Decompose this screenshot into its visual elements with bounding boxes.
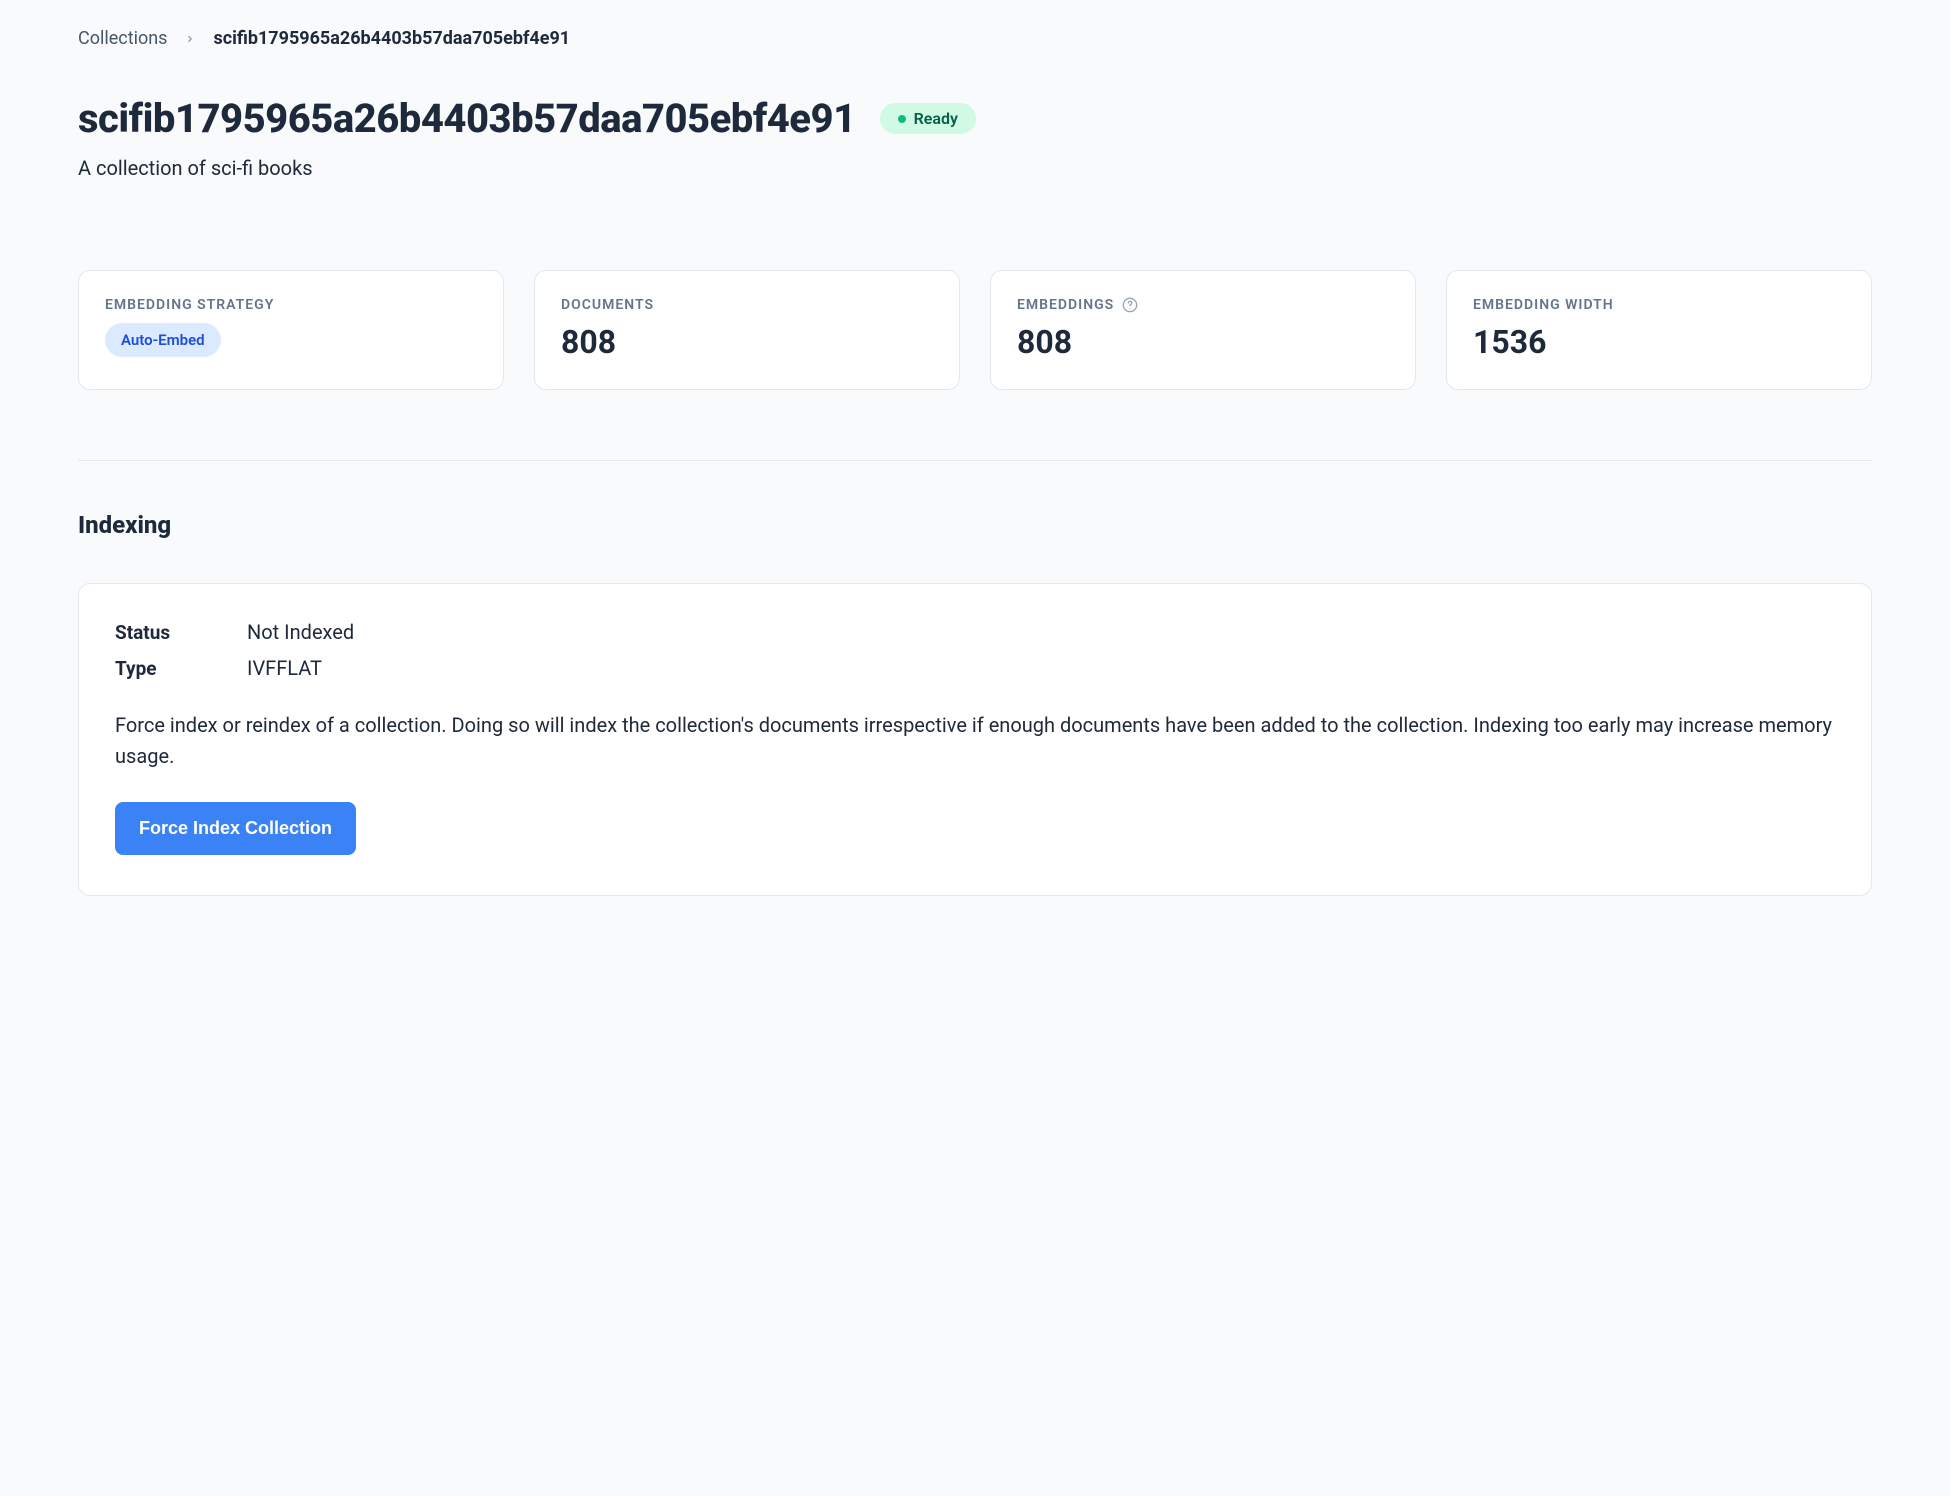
status-dot-icon [898, 115, 906, 123]
breadcrumb-current: scifib1795965a26b4403b57daa705ebf4e91 [213, 28, 570, 49]
indexing-type-key: Type [115, 657, 247, 680]
indexing-type-row: Type IVFFLAT [115, 656, 1835, 680]
page-title: scifib1795965a26b4403b57daa705ebf4e91 [78, 95, 856, 142]
indexing-status-row: Status Not Indexed [115, 620, 1835, 644]
stat-label-embeddings: EMBEDDINGS [1017, 297, 1389, 313]
chevron-right-icon [185, 34, 195, 44]
indexing-panel: Status Not Indexed Type IVFFLAT Force in… [78, 583, 1872, 896]
breadcrumb: Collections scifib1795965a26b4403b57daa7… [78, 28, 1872, 49]
stat-value-width: 1536 [1473, 323, 1845, 361]
stat-card-width: EMBEDDING WIDTH 1536 [1446, 270, 1872, 390]
title-row: scifib1795965a26b4403b57daa705ebf4e91 Re… [78, 95, 1872, 142]
indexing-description: Force index or reindex of a collection. … [115, 710, 1835, 772]
indexing-status-key: Status [115, 621, 247, 644]
status-badge: Ready [880, 103, 976, 134]
page-subtitle: A collection of sci-fi books [78, 156, 1872, 180]
breadcrumb-root-link[interactable]: Collections [78, 28, 167, 49]
stat-card-embeddings: EMBEDDINGS 808 [990, 270, 1416, 390]
help-icon[interactable] [1122, 297, 1138, 313]
stat-label-documents: DOCUMENTS [561, 297, 933, 313]
indexing-type-value: IVFFLAT [247, 656, 322, 680]
force-index-button[interactable]: Force Index Collection [115, 802, 356, 855]
strategy-chip: Auto-Embed [105, 323, 221, 357]
stat-label-width: EMBEDDING WIDTH [1473, 297, 1845, 313]
stat-card-strategy: EMBEDDING STRATEGY Auto-Embed [78, 270, 504, 390]
indexing-title: Indexing [78, 511, 1872, 539]
stat-value-embeddings: 808 [1017, 323, 1389, 361]
divider [78, 460, 1872, 461]
stat-value-documents: 808 [561, 323, 933, 361]
stat-label-embeddings-text: EMBEDDINGS [1017, 297, 1114, 313]
status-badge-label: Ready [914, 109, 958, 128]
stat-label-strategy: EMBEDDING STRATEGY [105, 297, 477, 313]
indexing-status-value: Not Indexed [247, 620, 354, 644]
stats-row: EMBEDDING STRATEGY Auto-Embed DOCUMENTS … [78, 270, 1872, 390]
stat-card-documents: DOCUMENTS 808 [534, 270, 960, 390]
